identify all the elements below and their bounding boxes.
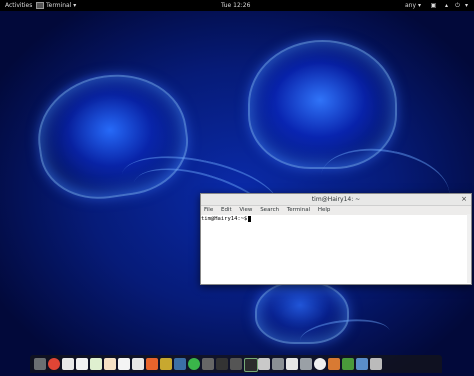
system-menu-arrow[interactable]: ▾ [465,0,468,11]
documents-icon[interactable] [62,358,74,370]
chevron-down-icon: ▾ [73,2,77,9]
app-icon[interactable] [342,358,354,370]
menu-edit[interactable]: Edit [221,207,232,213]
tools-icon[interactable] [230,358,242,370]
terminal-title: tim@Hairy14: ~ [311,196,361,203]
terminal-prompt: tim@Hairy14:~$ [201,216,248,222]
input-source-label: any [405,2,417,9]
terminal-window[interactable]: tim@Hairy14: ~ × File Edit View Search T… [200,193,472,285]
network-icon[interactable] [202,358,214,370]
photos-icon[interactable] [328,358,340,370]
chevron-down-icon: ▾ [417,2,421,9]
app-menu[interactable]: Terminal ▾ [36,0,76,11]
notes-icon[interactable] [132,358,144,370]
volume-icon[interactable]: ▴ [443,2,450,9]
dock [30,355,442,373]
menu-help[interactable]: Help [318,207,331,213]
calculator-icon[interactable] [258,358,270,370]
text-editor-icon[interactable] [118,358,130,370]
python-icon[interactable] [160,358,172,370]
activities-button[interactable]: Activities [5,0,32,11]
terminal-content[interactable]: tim@Hairy14:~$ [201,215,471,223]
terminal-icon[interactable] [244,358,258,372]
power-icon[interactable]: ⏻ [454,2,461,9]
terminal-icon [36,2,44,9]
menu-view[interactable]: View [239,207,252,213]
clock-icon[interactable] [314,358,326,370]
chrome-icon[interactable] [48,358,60,370]
printer-icon[interactable] [286,358,298,370]
clock[interactable]: Tue 12:26 [221,0,250,11]
app-menu-label: Terminal [46,2,72,9]
menu-search[interactable]: Search [260,207,279,213]
presentation-icon[interactable] [104,358,116,370]
input-source-menu[interactable]: any ▾ [405,0,421,11]
menu-file[interactable]: File [204,207,213,213]
files-icon[interactable] [34,358,46,370]
top-bar: Activities Terminal ▾ Tue 12:26 any ▾ ▣ … [0,0,474,11]
terminal-scrollbar[interactable] [467,214,471,283]
menu-terminal[interactable]: Terminal [287,207,310,213]
network-icon[interactable]: ▣ [430,2,437,9]
settings-icon[interactable] [216,358,228,370]
desktop-wallpaper [0,0,474,376]
terminal-menubar: File Edit View Search Terminal Help [201,206,471,215]
terminal-cursor [248,215,252,222]
spotify-icon[interactable] [188,358,200,370]
document-icon[interactable] [76,358,88,370]
python-icon[interactable] [174,358,186,370]
disks-icon[interactable] [272,358,284,370]
camera-icon[interactable] [300,358,312,370]
app-store-icon[interactable] [146,358,158,370]
terminal-titlebar[interactable]: tim@Hairy14: ~ × [201,194,471,206]
trash-icon[interactable] [370,358,382,370]
spreadsheet-icon[interactable] [90,358,102,370]
weather-icon[interactable] [356,358,368,370]
close-icon[interactable]: × [461,194,467,205]
